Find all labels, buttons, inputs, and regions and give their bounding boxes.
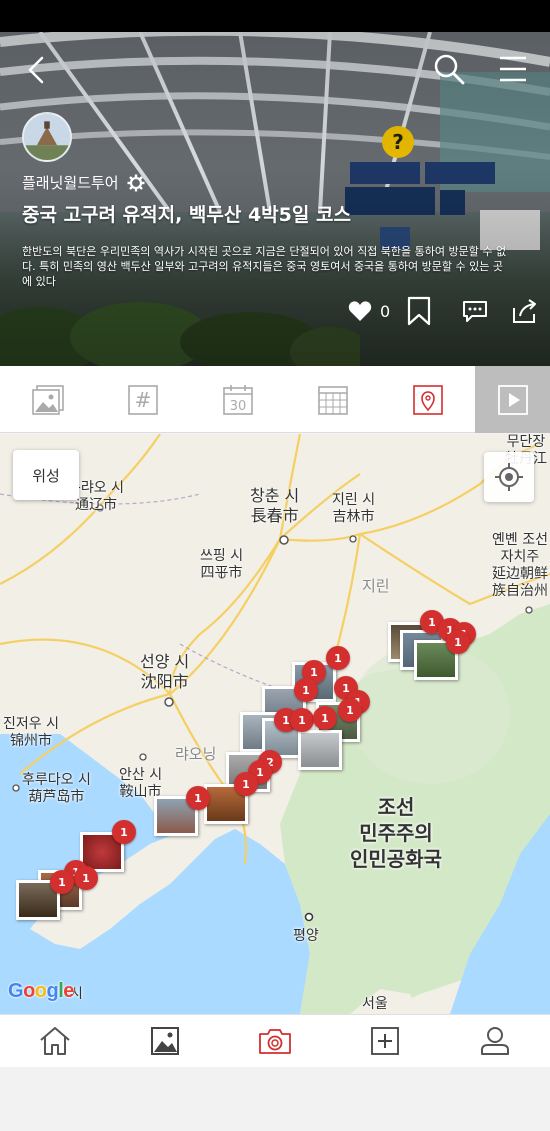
trip-map[interactable]: 무단장牡丹江 창춘 시長春市 지린 시吉林市 옌볜 조선자치주延边朝鲜族自治州 …	[0, 434, 550, 1014]
map-pin-icon	[412, 384, 443, 415]
play-icon	[497, 384, 528, 415]
page-title: 중국 고구려 유적지, 백두산 4박5일 코스	[22, 204, 351, 226]
map-pin-count[interactable]: 1	[326, 646, 350, 670]
google-logo: Google	[8, 980, 74, 1002]
user-icon	[481, 1027, 509, 1055]
map-pin-count[interactable]: 1	[338, 698, 362, 722]
map-label-changchun: 창춘 시 長春市	[250, 486, 300, 525]
map-label-dprk: 조선 민주주의 인민공화국	[350, 795, 442, 871]
tab-slideshow[interactable]	[475, 366, 550, 433]
tab-hashtags[interactable]: #	[95, 366, 190, 433]
content-tab-bar: # 30	[0, 366, 550, 433]
satellite-toggle-button[interactable]: 위성	[13, 450, 79, 500]
camera-icon	[259, 1029, 291, 1054]
calendar-day-number: 30	[229, 399, 246, 414]
map-label-jilin-city: 지린 시 吉林市	[332, 492, 376, 525]
search-icon[interactable]	[432, 52, 466, 86]
author-row[interactable]: 플래닛월드투어	[22, 172, 145, 193]
nav-profile[interactable]	[440, 1015, 550, 1067]
like-count: 0	[380, 301, 391, 321]
back-arrow-icon[interactable]	[22, 52, 54, 88]
author-name[interactable]: 플래닛월드투어	[22, 172, 119, 193]
crosshair-icon	[495, 463, 523, 491]
svg-text:#: #	[134, 388, 151, 412]
share-icon[interactable]	[510, 298, 538, 324]
photo-marker-thumb[interactable]	[298, 730, 342, 770]
calendar-30-icon: 30	[222, 384, 253, 415]
map-pin-count[interactable]: 1	[50, 870, 74, 894]
map-pin-count[interactable]: 1	[313, 706, 337, 730]
add-square-icon	[371, 1027, 399, 1055]
map-label-jinzhou: 진저우 시 锦州市	[3, 716, 59, 749]
map-label-liaoning: 랴오닝	[175, 745, 217, 763]
tab-photos[interactable]	[0, 366, 95, 433]
hashtag-icon: #	[127, 384, 158, 415]
map-label-pyongyang: 평양	[293, 928, 319, 944]
tab-calendar[interactable]	[285, 366, 380, 433]
menu-icon[interactable]	[498, 54, 528, 84]
map-label-huludao: 후루다오 시 葫芦岛市	[22, 772, 91, 805]
image-icon	[151, 1027, 179, 1055]
post-actions: 0	[348, 296, 538, 326]
map-pin-count[interactable]: 1	[74, 866, 98, 890]
gear-icon[interactable]	[127, 174, 145, 192]
map-label-siping: 쓰핑 시 四平市	[200, 548, 244, 581]
map-pin-count[interactable]: 1	[290, 708, 314, 732]
heart-icon[interactable]	[348, 300, 372, 322]
comment-icon[interactable]	[462, 299, 488, 323]
tab-map[interactable]	[380, 366, 475, 433]
map-label-yanbian: 옌볜 조선 자치주 延边朝鲜 族自治州	[492, 532, 548, 599]
map-label-seoul: 서울	[362, 996, 388, 1012]
map-pin-count[interactable]: 1	[186, 786, 210, 810]
post-description: 한반도의 북단은 우리민족의 역사가 시작된 곳으로 지금은 단절되어 있어 직…	[22, 245, 507, 288]
map-pin-count[interactable]: 1	[446, 630, 470, 654]
my-location-button[interactable]	[484, 452, 534, 502]
bottom-navigation	[0, 1014, 550, 1067]
map-pin-count[interactable]: 1	[112, 820, 136, 844]
map-pin-count[interactable]: 1	[294, 678, 318, 702]
map-label-jilin-province: 지린	[362, 577, 390, 595]
map-label-shenyang: 선양 시 沈阳市	[140, 652, 190, 691]
map-pin-count[interactable]: 1	[234, 772, 258, 796]
nav-camera[interactable]	[220, 1015, 330, 1067]
cover-photo: ? 플래닛월드투어	[0, 32, 550, 366]
photo-icon	[31, 384, 64, 415]
bookmark-icon[interactable]	[406, 296, 432, 326]
nav-gallery[interactable]	[110, 1015, 220, 1067]
calendar-grid-icon	[317, 385, 348, 415]
author-avatar[interactable]	[22, 112, 72, 162]
nav-home[interactable]	[0, 1015, 110, 1067]
nav-add[interactable]	[330, 1015, 440, 1067]
home-icon	[40, 1027, 70, 1055]
tab-day[interactable]: 30	[190, 366, 285, 433]
status-bar	[0, 0, 550, 32]
